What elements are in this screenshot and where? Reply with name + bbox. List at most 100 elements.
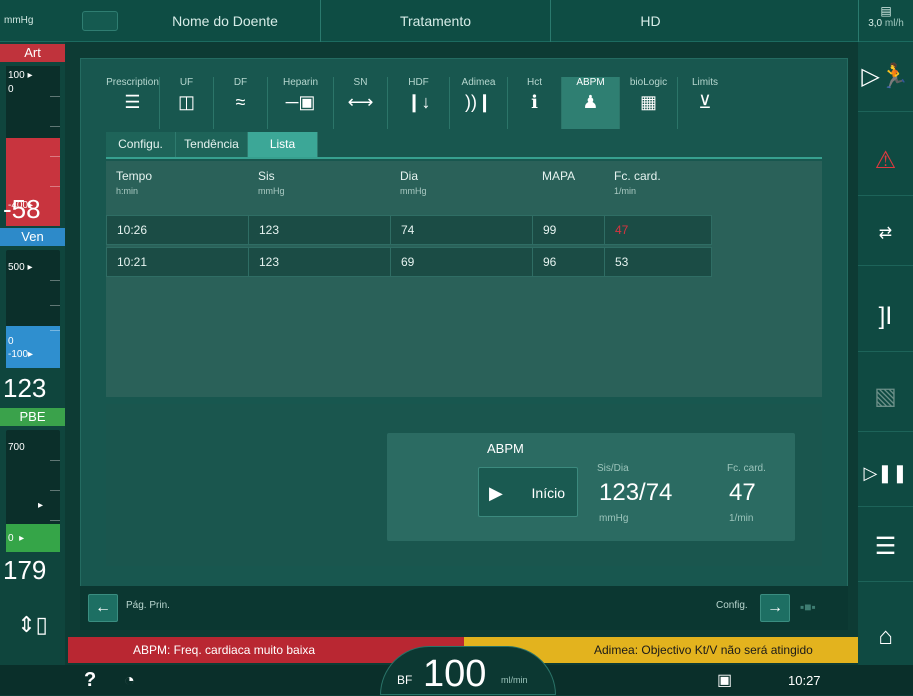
art-top-limit: 100 <box>8 70 25 81</box>
pump-start-stop-button[interactable]: ▷❚❚ <box>858 437 913 507</box>
subtab-config[interactable]: Configu. <box>106 132 176 157</box>
list-icon: ☰ <box>874 533 897 560</box>
signal-icon: ))❙ <box>464 92 493 112</box>
cell-mapa: 96 <box>533 248 605 276</box>
level-adjust-icon[interactable]: ⇕▯ <box>10 602 55 647</box>
right-toolbar: ▷🏃 ⚠ ⇄ ]Ⅰ ▧ ▷❚❚ ☰ ⌂ <box>858 42 913 695</box>
cell-sis: 123 <box>249 216 391 244</box>
alarm-button[interactable]: ⚠ <box>858 126 913 196</box>
lock-icon[interactable]: ▣ <box>717 670 732 690</box>
ven-label: Ven <box>0 228 65 246</box>
hdf-icon: ❙↓ <box>406 92 431 112</box>
start-measurement-button[interactable]: ▶ Início <box>478 467 578 517</box>
cell-mapa: 99 <box>533 216 605 244</box>
ven-top-limit: 500 <box>8 262 25 273</box>
patient-card-icon[interactable] <box>82 11 118 31</box>
help-icon[interactable]: ? <box>84 669 96 692</box>
menu-button[interactable]: ☰ <box>858 512 913 582</box>
tab-label: SN <box>353 77 368 88</box>
limits-icon: ⊻ <box>698 92 712 112</box>
art-value: -58 <box>3 194 41 224</box>
home-button[interactable]: ⌂ <box>858 602 913 672</box>
back-arrow-button[interactable]: ← <box>88 594 118 622</box>
tab-biologic[interactable]: bioLogic ▦ <box>620 77 678 129</box>
art-zero: 0 <box>8 84 14 95</box>
tab-label: UF <box>179 77 194 88</box>
pbe-value: 179 <box>3 555 47 585</box>
battery-icon: ▤ <box>880 4 892 18</box>
pbe-bar[interactable]: 700 ▸ 0 ▸ <box>6 430 60 552</box>
wave-icon: ≈ <box>235 92 246 112</box>
tab-hdf[interactable]: HDF ❙↓ <box>388 77 450 129</box>
subtab-list[interactable]: Lista <box>248 132 318 157</box>
uf-rate-display[interactable]: ▤ 3,0 ml/h <box>858 0 913 42</box>
sis-dia-unit: mmHg <box>599 513 629 524</box>
subtab-bar: Configu. Tendência Lista <box>106 132 822 159</box>
pbe-label: PBE <box>0 408 65 426</box>
warning-triangle-icon: ⚠ <box>874 147 897 174</box>
col-header-dia: Dia mmHg <box>400 169 427 196</box>
min-uf-button[interactable]: ⇄ <box>858 196 913 266</box>
arrow-right-icon: → <box>767 599 783 616</box>
filter-disabled-button[interactable]: ▧ <box>858 362 913 432</box>
tab-sn[interactable]: SN ⟷ <box>334 77 388 129</box>
tab-prescription[interactable]: Prescription ☰ <box>106 77 160 129</box>
abpm-table: Tempo h:min Sis mmHg Dia mmHg MAPA Fc. card… <box>106 161 822 397</box>
min-uf-icon: ⇄ <box>878 225 893 242</box>
pressure-column: Art 100 ▸ 0 -400▸ -58 Ven 500 ▸ 0 -100▸ … <box>0 42 65 695</box>
patient-name[interactable]: Nome do Doente <box>130 0 320 42</box>
pump-pause-icon: ▷❚❚ <box>863 463 908 483</box>
tab-limits[interactable]: Limits ⊻ <box>678 77 732 129</box>
tab-df[interactable]: DF ≈ <box>214 77 268 129</box>
mode-label[interactable]: HD <box>550 0 750 42</box>
tab-label: ABPM <box>576 77 605 88</box>
tab-label: Heparin <box>282 77 319 88</box>
hr-label: Fc. card. <box>727 463 766 474</box>
dots-icon: ▪■▪ <box>800 600 816 614</box>
person-icon: ♟ <box>582 92 599 112</box>
tab-adimea[interactable]: Adimea ))❙ <box>450 77 508 129</box>
bag-change-button[interactable]: ]Ⅰ <box>858 282 913 352</box>
pbe-zero: 0 <box>8 533 14 544</box>
tab-hct[interactable]: Hct ℹ <box>508 77 562 129</box>
treatment-label[interactable]: Tratamento <box>320 0 550 42</box>
sis-dia-value: 123/74 <box>599 479 673 506</box>
tab-uf[interactable]: UF ◫ <box>160 77 214 129</box>
abpm-title: ABPM <box>487 441 524 456</box>
walking-person-icon: ▷🏃 <box>861 63 910 90</box>
config-arrow-button[interactable]: → <box>760 594 790 622</box>
cell-sis: 123 <box>249 248 391 276</box>
function-tabs: Prescription ☰ UF ◫ DF ≈ Heparin ─▣ SN ⟷ HDF ❙… <box>106 77 836 129</box>
col-header-sis: Sis mmHg <box>258 169 285 196</box>
bf-value: 100 <box>423 653 487 695</box>
home-icon: ⌂ <box>878 623 893 650</box>
sis-dia-label: Sis/Dia <box>597 463 629 474</box>
ven-bar[interactable]: 500 ▸ 0 -100▸ <box>6 250 60 368</box>
abpm-measure-panel: ABPM Sis/Dia 123/74 mmHg Fc. card. 47 1/… <box>387 433 795 541</box>
col-header-hr: Fc. card. 1/min <box>614 169 661 196</box>
cell-dia: 69 <box>391 248 533 276</box>
arrow-left-icon: ← <box>95 599 111 616</box>
biologic-icon: ▦ <box>639 92 657 112</box>
uf-rate-unit: ml/h <box>884 18 904 29</box>
tab-heparin[interactable]: Heparin ─▣ <box>268 77 334 129</box>
tab-abpm[interactable]: ABPM ♟ <box>562 77 620 129</box>
uf-rate-value: 3,0 <box>868 18 883 29</box>
clock-icon[interactable]: ◔ <box>124 670 135 691</box>
tab-label: Adimea <box>461 77 496 88</box>
home-page-label: Pág. Prin. <box>126 600 170 611</box>
blood-flow-display[interactable]: BF 100 ml/min <box>380 646 556 695</box>
needle-icon: ⟷ <box>347 92 374 112</box>
hr-unit: 1/min <box>729 513 754 524</box>
tab-label: Limits <box>691 77 719 88</box>
table-row[interactable]: 10:26 123 74 99 47 <box>106 215 712 245</box>
patient-disconnect-button[interactable]: ▷🏃 <box>858 42 913 112</box>
cell-hr-low: 47 <box>615 223 629 237</box>
cell-time: 10:21 <box>107 248 249 276</box>
ven-value: 123 <box>3 373 47 403</box>
filter-icon: ▧ <box>874 383 897 410</box>
cell-dia: 74 <box>391 216 533 244</box>
table-row[interactable]: 10:21 123 69 96 53 <box>106 247 712 277</box>
pressure-unit: mmHg <box>4 15 34 26</box>
subtab-trend[interactable]: Tendência <box>176 132 248 157</box>
